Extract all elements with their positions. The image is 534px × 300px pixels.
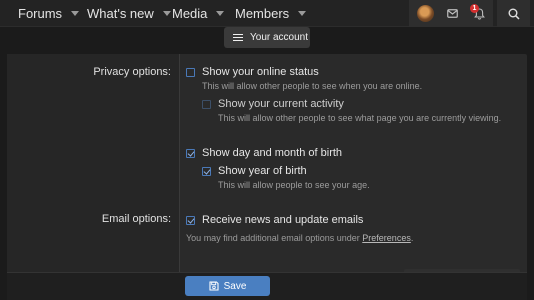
nav-forums[interactable]: Forums xyxy=(18,0,80,27)
hint-online-status: This will allow other people to see when… xyxy=(202,81,423,91)
search-icon xyxy=(508,8,520,20)
hint-email-suffix: . xyxy=(410,233,414,243)
checkbox-label: Show your online status xyxy=(202,66,319,78)
chevron-down-icon[interactable] xyxy=(162,11,171,16)
hint-email-prefix: You may find additional email options un… xyxy=(186,233,363,243)
form-divider xyxy=(179,54,180,272)
checkbox-box-checked[interactable] xyxy=(186,215,195,225)
save-button[interactable]: Save xyxy=(185,276,270,296)
checkbox-label: Show year of birth xyxy=(218,165,307,177)
search-button[interactable] xyxy=(497,0,530,27)
checkbox-show-online-status[interactable]: Show your online status xyxy=(186,66,319,78)
hamburger-icon xyxy=(233,33,243,42)
notification-badge: 1 xyxy=(470,4,479,13)
checkbox-show-current-activity[interactable]: Show your current activity xyxy=(202,98,344,110)
mail-button[interactable] xyxy=(441,0,463,27)
preferences-link[interactable]: Preferences xyxy=(362,233,411,243)
nav-whats-new[interactable]: What's new xyxy=(87,0,171,27)
checkbox-box-checked[interactable] xyxy=(186,148,195,158)
checkbox-label: Show your current activity xyxy=(218,98,344,110)
checkbox-receive-news-emails[interactable]: Receive news and update emails xyxy=(186,214,363,226)
your-account-label: Your account xyxy=(250,32,309,43)
chevron-down-icon[interactable] xyxy=(71,11,80,16)
checkbox-label: Show day and month of birth xyxy=(202,147,343,159)
nav-media[interactable]: Media xyxy=(172,0,225,27)
hint-email-options: You may find additional email options un… xyxy=(186,233,413,243)
save-icon xyxy=(209,281,219,291)
checkbox-box[interactable] xyxy=(186,67,195,77)
checkbox-box[interactable] xyxy=(202,99,211,109)
form-label-column xyxy=(7,54,180,272)
chevron-down-icon[interactable] xyxy=(298,11,307,16)
email-options-label: Email options: xyxy=(101,213,171,225)
checkbox-box-checked[interactable] xyxy=(202,166,211,176)
checkbox-show-day-month-birth[interactable]: Show day and month of birth xyxy=(186,147,342,159)
nav-members-label: Members xyxy=(235,6,290,21)
envelope-icon xyxy=(446,9,458,18)
save-label: Save xyxy=(223,280,247,292)
user-avatar[interactable] xyxy=(417,5,434,22)
checkbox-label: Receive news and update emails xyxy=(202,214,364,226)
nav-members[interactable]: Members xyxy=(235,0,307,27)
your-account-button[interactable]: Your account xyxy=(224,27,310,48)
hint-year-of-birth: This will allow people to see your age. xyxy=(218,180,370,190)
privacy-options-label: Privacy options: xyxy=(93,66,171,78)
nav-media-label: Media xyxy=(172,6,208,21)
nav-whats-new-label: What's new xyxy=(87,6,154,21)
hint-current-activity: This will allow other people to see what… xyxy=(218,113,502,123)
checkbox-show-year-of-birth[interactable]: Show year of birth xyxy=(202,165,307,177)
chevron-down-icon[interactable] xyxy=(216,11,225,16)
nav-forums-label: Forums xyxy=(18,6,63,21)
